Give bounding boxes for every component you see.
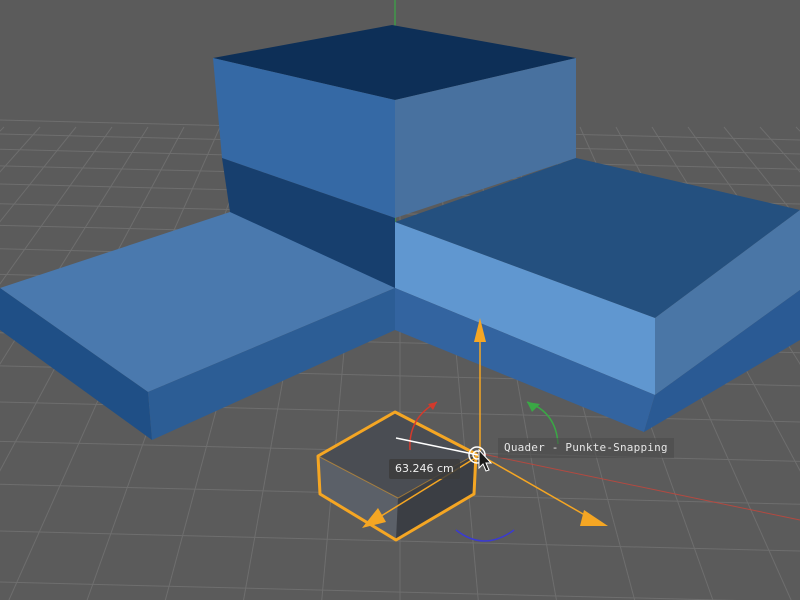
snapping-tooltip: Quader - Punkte-Snapping [498,438,674,458]
3d-viewport[interactable]: 63.246 cm Quader - Punkte-Snapping [0,0,800,600]
viewport-canvas[interactable] [0,0,800,600]
distance-readout: 63.246 cm [389,459,460,479]
